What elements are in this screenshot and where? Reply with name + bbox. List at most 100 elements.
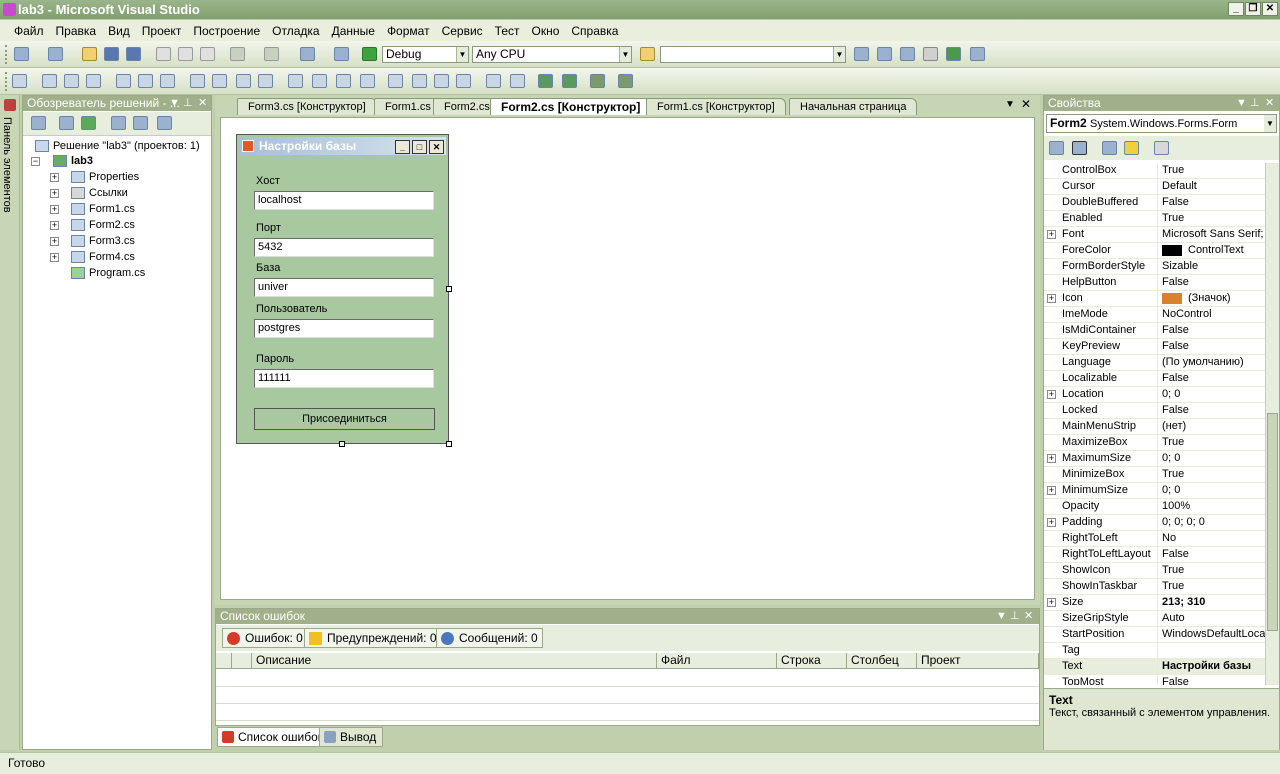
- tab-start-page[interactable]: Начальная страница: [789, 98, 918, 115]
- tab-form1-designer[interactable]: Form1.cs [Конструктор]: [646, 98, 786, 115]
- property-row[interactable]: + Location 0; 0: [1044, 387, 1266, 403]
- property-value[interactable]: 0; 0: [1162, 451, 1266, 467]
- make-same-width-icon[interactable]: [190, 74, 205, 88]
- tree-item-form4[interactable]: Form4.cs: [71, 250, 135, 265]
- menu-edit[interactable]: Правка: [50, 24, 103, 38]
- property-value[interactable]: 0; 0; 0; 0: [1162, 515, 1266, 531]
- property-value[interactable]: False: [1162, 275, 1266, 291]
- property-row[interactable]: ShowInTaskbar True: [1044, 579, 1266, 595]
- expand-icon[interactable]: +: [50, 205, 59, 214]
- tab-order-icon[interactable]: [590, 74, 605, 88]
- property-row[interactable]: FormBorderStyle Sizable: [1044, 259, 1266, 275]
- property-row[interactable]: KeyPreview False: [1044, 339, 1266, 355]
- toolbox-strip[interactable]: Панель элементов: [0, 95, 20, 750]
- property-row[interactable]: ControlBox True: [1044, 163, 1266, 179]
- restore-icon[interactable]: ❐: [1245, 2, 1261, 16]
- active-files-icon[interactable]: ▼: [1005, 99, 1015, 110]
- send-to-back-icon[interactable]: [562, 74, 577, 88]
- property-row[interactable]: + MinimumSize 0; 0: [1044, 483, 1266, 499]
- paste-icon[interactable]: [200, 47, 215, 61]
- property-value[interactable]: 0; 0: [1162, 483, 1266, 499]
- property-row[interactable]: Text Настройки базы: [1044, 659, 1266, 675]
- expand-icon[interactable]: +: [1047, 518, 1056, 527]
- tree-item-form2[interactable]: Form2.cs: [71, 218, 135, 233]
- property-row[interactable]: HelpButton False: [1044, 275, 1266, 291]
- refresh-icon[interactable]: [81, 116, 96, 130]
- collapse-icon[interactable]: −: [31, 157, 40, 166]
- menu-data[interactable]: Данные: [326, 24, 381, 38]
- align-tops-icon[interactable]: [116, 74, 131, 88]
- property-row[interactable]: + Icon (Значок): [1044, 291, 1266, 307]
- menu-tools[interactable]: Сервис: [436, 24, 489, 38]
- property-value[interactable]: False: [1162, 403, 1266, 419]
- property-row[interactable]: + Size 213; 310: [1044, 595, 1266, 611]
- decrease-vertical-spacing-icon[interactable]: [434, 74, 449, 88]
- toolbox-icon[interactable]: [923, 47, 938, 61]
- property-row[interactable]: + MaximumSize 0; 0: [1044, 451, 1266, 467]
- property-value[interactable]: Microsoft Sans Serif; 8: [1162, 227, 1266, 243]
- close-icon[interactable]: ✕: [1262, 2, 1278, 16]
- chevron-down-icon[interactable]: ▼: [169, 96, 180, 111]
- expand-icon[interactable]: +: [50, 221, 59, 230]
- open-folder-icon[interactable]: [82, 47, 97, 61]
- chevron-down-icon[interactable]: ▼: [996, 609, 1007, 624]
- property-value[interactable]: False: [1162, 323, 1266, 339]
- align-rights-icon[interactable]: [86, 74, 101, 88]
- properties-window-icon[interactable]: [900, 47, 915, 61]
- property-value[interactable]: Sizable: [1162, 259, 1266, 275]
- property-value[interactable]: Настройки базы: [1162, 659, 1266, 675]
- property-row[interactable]: Enabled True: [1044, 211, 1266, 227]
- save-icon[interactable]: [104, 47, 119, 61]
- find-in-files-icon[interactable]: [640, 47, 655, 61]
- minimize-icon[interactable]: _: [1228, 2, 1244, 16]
- object-selector[interactable]: Form2 System.Windows.Forms.Form ▼: [1046, 114, 1277, 133]
- tree-item-program[interactable]: Program.cs: [71, 266, 145, 281]
- properties-icon[interactable]: [31, 116, 46, 130]
- close-icon[interactable]: ✕: [198, 96, 207, 111]
- align-lefts-icon[interactable]: [42, 74, 57, 88]
- expand-icon[interactable]: +: [50, 253, 59, 262]
- property-row[interactable]: MainMenuStrip (нет): [1044, 419, 1266, 435]
- property-value[interactable]: WindowsDefaultLocation: [1162, 627, 1266, 643]
- property-row[interactable]: Tag: [1044, 643, 1266, 659]
- close-icon[interactable]: ✕: [429, 140, 444, 154]
- align-bottoms-icon[interactable]: [160, 74, 175, 88]
- column-header-line[interactable]: Строка: [777, 653, 847, 669]
- add-item-icon[interactable]: [48, 47, 63, 61]
- property-value[interactable]: False: [1162, 195, 1266, 211]
- property-row[interactable]: TopMost False: [1044, 675, 1266, 685]
- menu-file[interactable]: Файл: [8, 24, 50, 38]
- tree-solution[interactable]: Решение "lab3" (проектов: 1): [35, 139, 200, 154]
- close-icon[interactable]: ✕: [1265, 96, 1274, 111]
- property-row[interactable]: Opacity 100%: [1044, 499, 1266, 515]
- errors-filter-button[interactable]: Ошибок: 0: [222, 628, 308, 648]
- port-field[interactable]: 5432: [254, 238, 434, 257]
- categorized-icon[interactable]: [1049, 141, 1064, 155]
- align-centers-icon[interactable]: [64, 74, 79, 88]
- property-value[interactable]: [1162, 643, 1266, 659]
- decrease-horizontal-spacing-icon[interactable]: [336, 74, 351, 88]
- vertical-spacing-equal-icon[interactable]: [388, 74, 403, 88]
- make-same-size-icon[interactable]: [258, 74, 273, 88]
- property-row[interactable]: MinimizeBox True: [1044, 467, 1266, 483]
- expand-icon[interactable]: +: [1047, 486, 1056, 495]
- property-value[interactable]: 100%: [1162, 499, 1266, 515]
- scroll-thumb[interactable]: [1267, 413, 1278, 631]
- property-row[interactable]: Locked False: [1044, 403, 1266, 419]
- tree-item-form1[interactable]: Form1.cs: [71, 202, 135, 217]
- property-value[interactable]: 213; 310: [1162, 595, 1266, 611]
- expand-icon[interactable]: +: [50, 237, 59, 246]
- resize-handle-bottom[interactable]: [339, 441, 345, 447]
- property-value[interactable]: True: [1162, 163, 1266, 179]
- property-value[interactable]: False: [1162, 675, 1266, 685]
- view-code-icon[interactable]: [111, 116, 126, 130]
- redo-icon[interactable]: [264, 47, 279, 61]
- increase-vertical-spacing-icon[interactable]: [412, 74, 427, 88]
- property-row[interactable]: Language (По умолчанию): [1044, 355, 1266, 371]
- tree-item-properties[interactable]: Properties: [71, 170, 139, 185]
- expand-icon[interactable]: +: [1047, 598, 1056, 607]
- minimize-icon[interactable]: _: [395, 140, 410, 154]
- properties-view-icon[interactable]: [1102, 141, 1117, 155]
- menu-view[interactable]: Вид: [102, 24, 136, 38]
- resize-handle-corner[interactable]: [446, 441, 452, 447]
